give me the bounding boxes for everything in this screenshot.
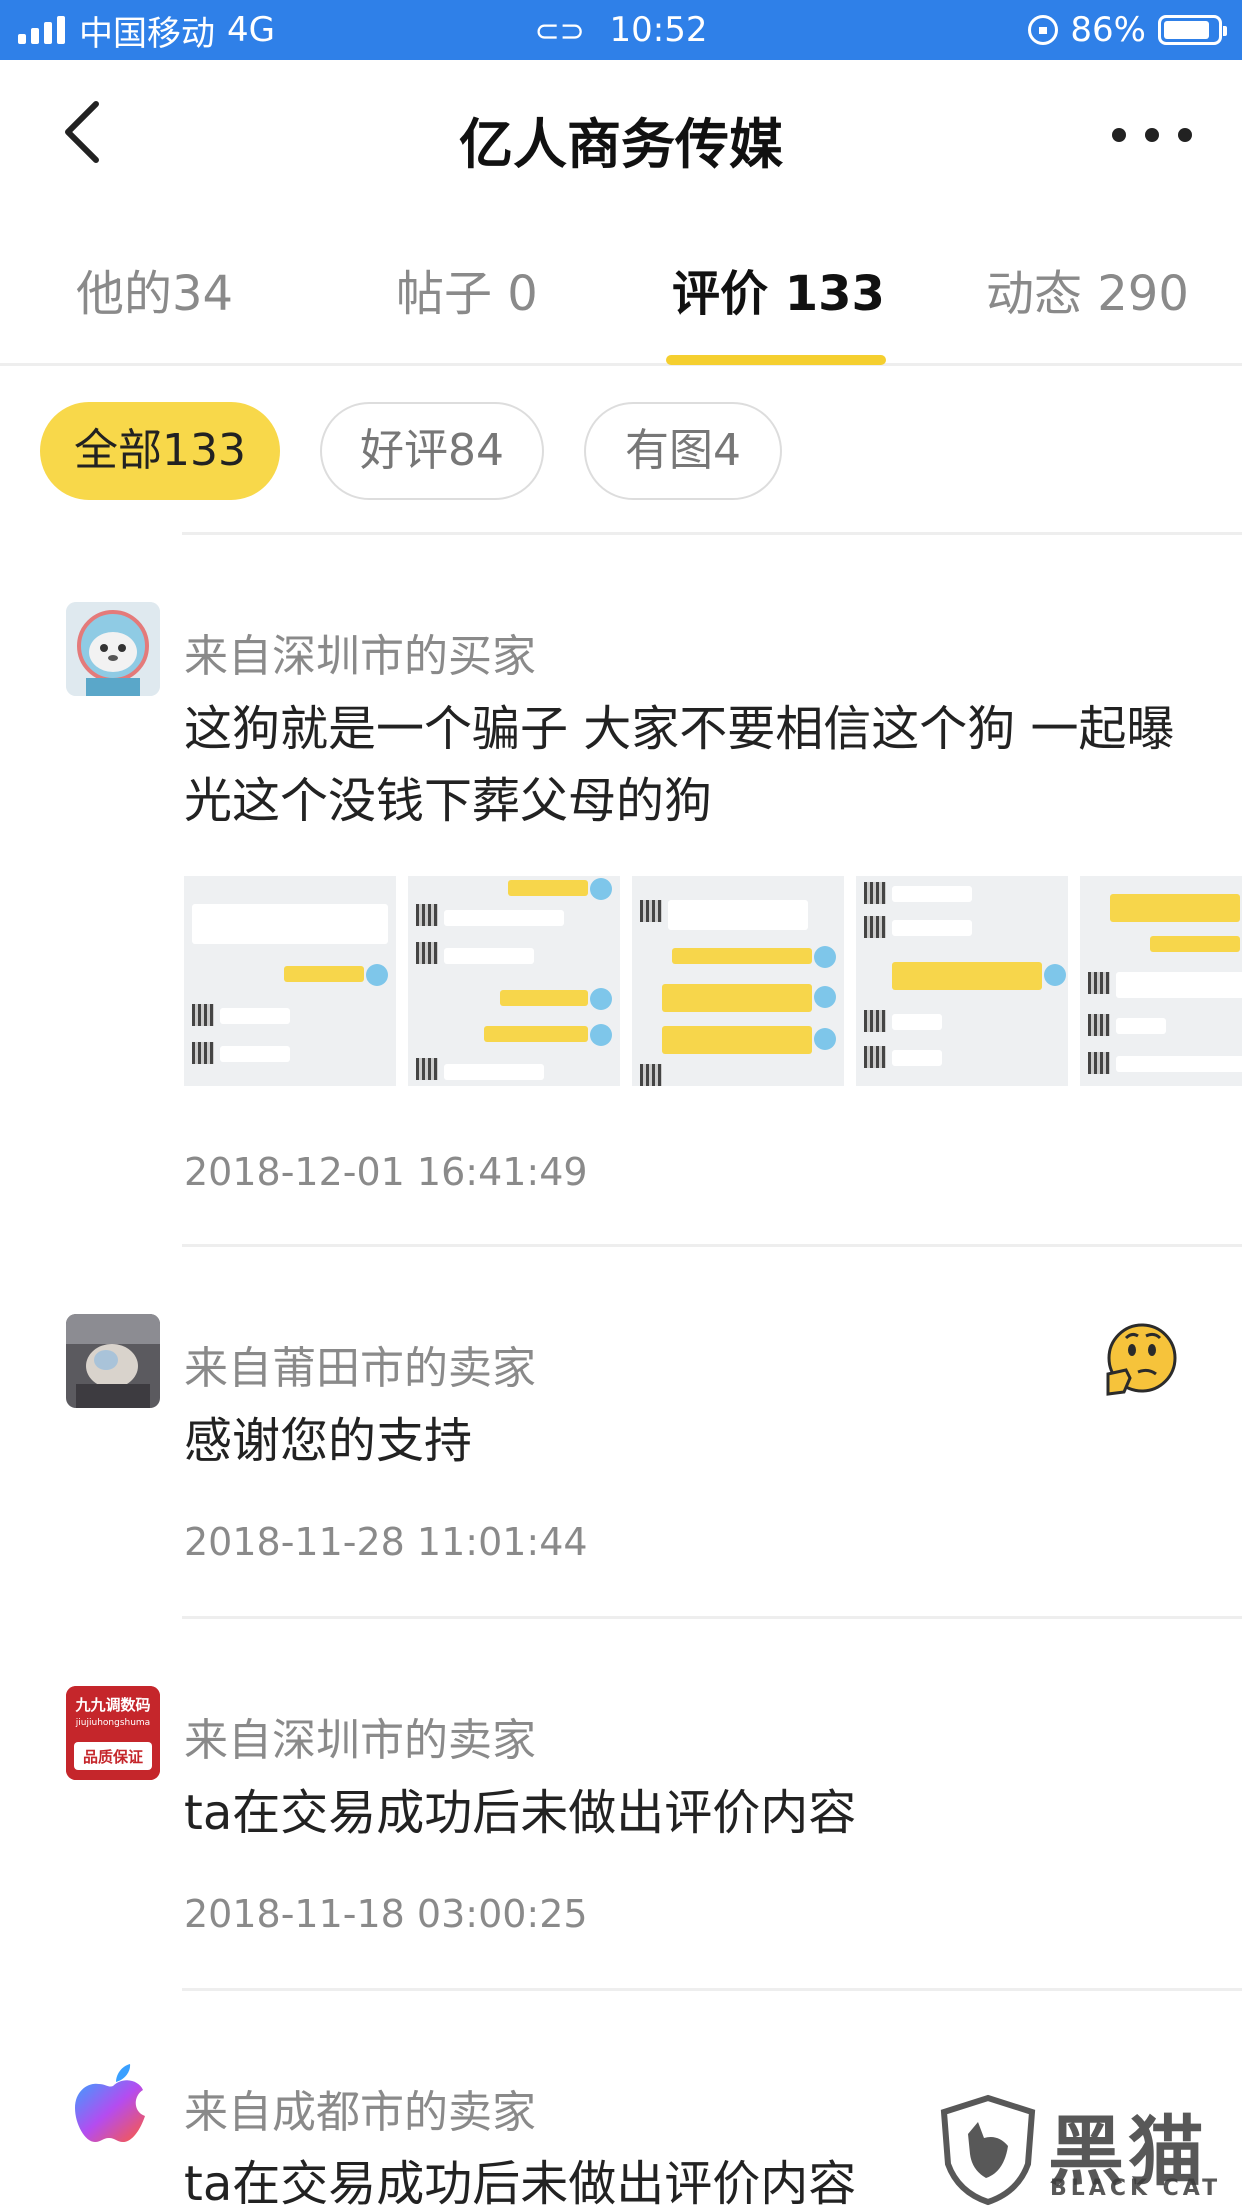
filter-all[interactable]: 全部133 [40, 402, 280, 500]
status-right: 86% [1028, 10, 1227, 50]
avatar[interactable] [66, 2058, 160, 2152]
tab-posts[interactable]: 帖子 0 [396, 254, 538, 324]
review-image-thumb[interactable] [856, 876, 1068, 1086]
more-dots-icon [1112, 128, 1126, 142]
page-title: 亿人商务传媒 [459, 113, 783, 176]
avatar[interactable] [66, 602, 160, 696]
review-images [184, 876, 1242, 1086]
tab-activity[interactable]: 动态 290 [986, 254, 1189, 324]
clock: 10:52 [609, 10, 708, 50]
review-author: 来自莆田市的卖家 [184, 1343, 536, 1394]
review-author: 来自成都市的卖家 [184, 2087, 536, 2138]
review-image-thumb[interactable] [1080, 876, 1242, 1086]
avatar-shop-name: 九九调数码 [75, 1696, 151, 1714]
tab-reviews[interactable]: 评价 133 [672, 254, 885, 324]
review-author: 来自深圳市的卖家 [184, 1715, 536, 1766]
link-icon: ⊂⊃ [534, 14, 585, 49]
divider [182, 1616, 1242, 1619]
avatar-shop-pinyin: jiujiuhongshuma [75, 1718, 151, 1728]
review-text: ta在交易成功后未做出评价内容 [184, 1785, 857, 1841]
status-bar: 中国移动 4G ⊂⊃ 10:52 86% [0, 0, 1242, 60]
thinking-face-icon[interactable] [1102, 1322, 1178, 1398]
tab-bar: 他的34 帖子 0 评价 133 动态 290 [0, 230, 1242, 366]
review-image-thumb[interactable] [408, 876, 620, 1086]
battery-percent: 86% [1070, 10, 1146, 50]
review-time: 2018-12-01 16:41:49 [184, 1150, 588, 1194]
watermark: 黑猫 BLACK CAT [938, 2088, 1228, 2208]
divider [182, 1244, 1242, 1247]
avatar[interactable] [66, 1314, 160, 1408]
filter-positive[interactable]: 好评84 [320, 402, 544, 500]
avatar-quality-badge: 品质保证 [82, 1748, 143, 1766]
active-tab-indicator [666, 355, 886, 365]
battery-icon [1158, 15, 1227, 45]
avatar[interactable]: 九九调数码 jiujiuhongshuma 品质保证 [66, 1686, 160, 1780]
review-image-thumb[interactable] [184, 876, 396, 1086]
review-time: 2018-11-28 11:01:44 [184, 1520, 588, 1564]
black-cat-logo-icon [940, 2094, 1036, 2206]
nav-bar: 亿人商务传媒 [0, 60, 1242, 210]
apple-logo-icon [75, 2064, 145, 2142]
review-time: 2018-11-18 03:00:25 [184, 1892, 588, 1936]
watermark-subtext: BLACK CAT [1050, 2176, 1222, 2201]
divider [182, 532, 1242, 535]
review-text: 这狗就是一个骗子 大家不要相信这个狗 一起曝光这个没钱下葬父母的狗 [184, 701, 1175, 829]
rotation-lock-icon [1028, 15, 1059, 45]
cat-astronaut-avatar [66, 602, 160, 696]
filter-with-images[interactable]: 有图4 [584, 402, 782, 500]
tab-his[interactable]: 他的34 [76, 254, 233, 324]
divider [182, 1988, 1242, 1991]
photo-avatar [66, 1314, 160, 1408]
more-button[interactable] [1112, 120, 1192, 150]
review-text: 感谢您的支持 [184, 1413, 473, 1469]
review-author: 来自深圳市的买家 [184, 631, 536, 682]
review-image-thumb[interactable] [632, 876, 844, 1086]
